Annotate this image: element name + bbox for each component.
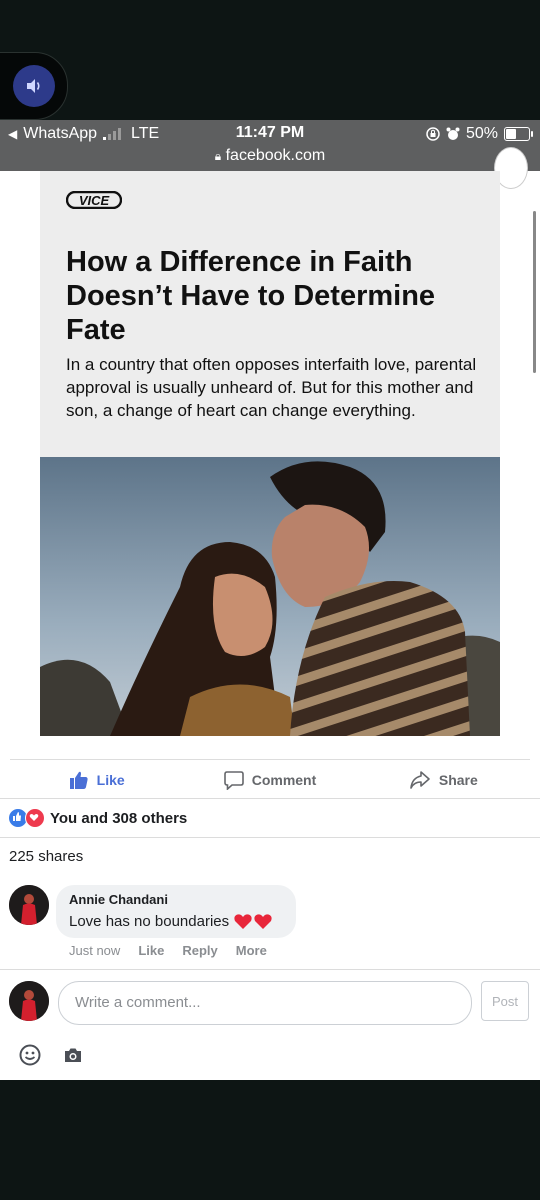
divider <box>0 798 540 799</box>
article-subhead: In a country that often opposes interfai… <box>66 355 477 420</box>
status-bar: ◀ WhatsApp LTE 11:47 PM 50% 🔒︎ facebook.… <box>0 120 540 171</box>
post-actions: Like Comment Share <box>10 759 530 799</box>
scrollbar[interactable] <box>533 211 536 373</box>
comment-input-box[interactable] <box>58 981 472 1025</box>
facebook-post: VICE How a Difference in Faith Doesn’t H… <box>0 147 540 1080</box>
lock-icon: 🔒︎ <box>214 149 222 163</box>
like-button[interactable]: Like <box>10 760 183 799</box>
reactions-summary[interactable]: You and 308 others <box>8 808 187 828</box>
speaker-icon <box>27 79 40 93</box>
speaker-button[interactable] <box>13 65 55 107</box>
orientation-lock-icon <box>426 127 440 141</box>
comment-meta: Just now Like Reply More <box>69 943 267 958</box>
avatar[interactable] <box>9 885 49 925</box>
article-card[interactable]: VICE How a Difference in Faith Doesn’t H… <box>40 171 500 736</box>
comment-text-row: Love has no boundaries <box>69 912 273 930</box>
svg-text:VICE: VICE <box>79 193 110 208</box>
battery-percent: 50% <box>465 125 498 142</box>
comment-like-link[interactable]: Like <box>138 943 164 958</box>
divider <box>0 969 540 970</box>
camera-icon[interactable] <box>63 1046 83 1064</box>
love-reaction-icon <box>25 808 45 828</box>
alarm-icon <box>446 127 460 140</box>
url-bar[interactable]: 🔒︎ facebook.com <box>0 147 540 165</box>
comment-text: Love has no boundaries <box>69 912 230 930</box>
article-photo <box>40 457 500 736</box>
divider <box>0 837 540 838</box>
battery-icon <box>504 127 533 141</box>
post-button[interactable]: Post <box>481 981 529 1021</box>
floating-audio-widget[interactable] <box>0 52 68 120</box>
comment-icon <box>223 770 244 790</box>
vice-logo: VICE <box>66 191 122 209</box>
comment-more-link[interactable]: More <box>236 943 267 958</box>
comment-input[interactable] <box>73 993 457 1012</box>
url-text: facebook.com <box>225 147 326 164</box>
avatar[interactable] <box>9 981 49 1021</box>
article-headline: How a Difference in Faith Doesn’t Have t… <box>66 246 436 346</box>
shares-count[interactable]: 225 shares <box>9 848 83 865</box>
share-icon <box>410 770 430 789</box>
comment-button[interactable]: Comment <box>183 760 356 799</box>
comment-bubble: Annie Chandani Love has no boundaries <box>56 885 296 938</box>
emoji-icon[interactable] <box>19 1044 41 1066</box>
top-dark-area <box>0 0 540 120</box>
heart-icon <box>254 914 272 929</box>
thumbs-up-icon <box>69 771 88 789</box>
comment-time: Just now <box>69 943 121 958</box>
share-button[interactable]: Share <box>357 760 530 799</box>
bottom-dark-area <box>0 1080 540 1200</box>
heart-icon <box>234 914 252 929</box>
comment-reply-link[interactable]: Reply <box>182 943 217 958</box>
comment-author[interactable]: Annie Chandani <box>69 892 168 907</box>
